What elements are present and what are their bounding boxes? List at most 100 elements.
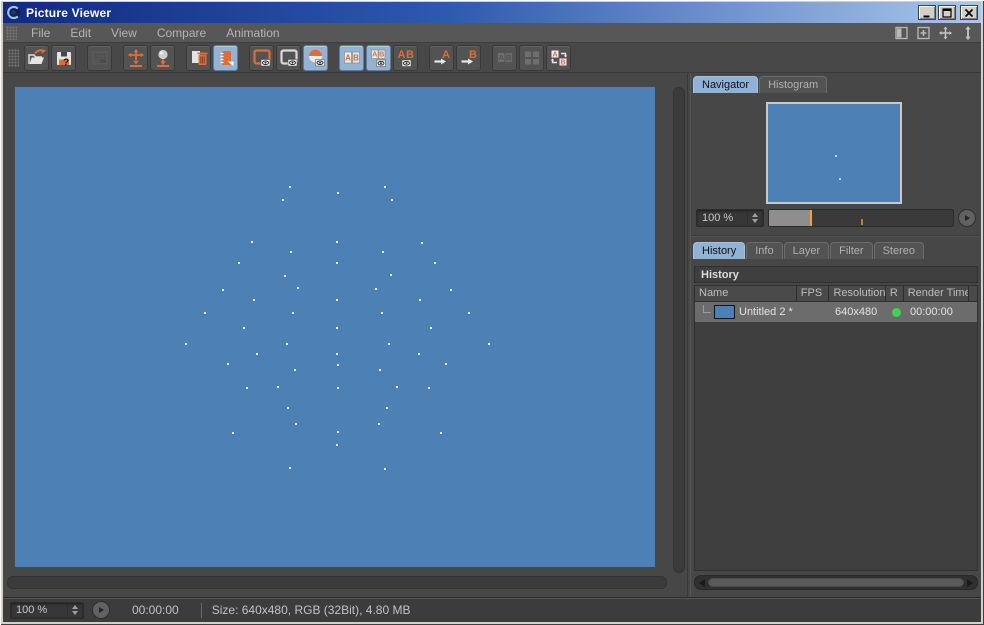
menu-grip-handle[interactable] — [6, 26, 17, 40]
delete-image-button[interactable] — [186, 45, 211, 71]
swap-ab-button[interactable]: AB — [546, 45, 571, 71]
svg-text:A: A — [345, 53, 351, 62]
window-title: Picture Viewer — [26, 6, 111, 20]
rendered-image-canvas[interactable] — [15, 87, 655, 567]
column-header-fps[interactable]: FPS — [797, 286, 830, 301]
split-pane-icon[interactable] — [894, 26, 909, 40]
compare-ab-eye-button[interactable]: AB — [366, 45, 391, 71]
gray-frame-eye-icon — [279, 48, 299, 68]
svg-text:A: A — [552, 51, 557, 58]
show-channels-button[interactable] — [303, 45, 328, 71]
scale-panel-icon[interactable] — [960, 26, 975, 40]
maximize-button[interactable] — [938, 5, 956, 20]
set-as-b-button[interactable]: B — [456, 45, 481, 71]
svg-text:B: B — [353, 53, 359, 62]
section-divider — [691, 235, 979, 237]
title-bar: Picture Viewer — [3, 2, 981, 23]
spinner-down-icon — [752, 219, 758, 223]
statusbar-zoom-field[interactable]: 100 % — [10, 602, 84, 619]
statusbar-divider — [201, 603, 202, 618]
svg-text:A: A — [442, 49, 450, 61]
save-button[interactable]: ? — [51, 45, 76, 71]
maximize-icon — [941, 7, 953, 19]
history-tab-layer[interactable]: Layer — [784, 242, 830, 259]
render-status-dot — [892, 308, 901, 317]
svg-text:B: B — [378, 49, 384, 58]
show-frame-b-button[interactable] — [276, 45, 301, 71]
viewer-horizontal-scrollbar[interactable] — [7, 576, 667, 589]
orange-frame-eye-icon — [252, 48, 272, 68]
statusbar-time: 00:00:00 — [132, 603, 179, 617]
notebook-icon — [216, 48, 236, 68]
svg-text:?: ? — [62, 57, 68, 68]
history-section-header: History — [694, 266, 978, 283]
toolbar-buttons: ?ABABABABABAB — [24, 45, 573, 71]
pie-eye-icon — [306, 48, 326, 68]
column-header-name[interactable]: Name — [695, 286, 797, 301]
scroll-right-arrow-icon[interactable] — [967, 579, 973, 587]
history-row[interactable]: Untitled 2 * 640x480 00:00:00 — [695, 302, 977, 322]
history-table-header: NameFPSResolutionRRender Time — [695, 286, 977, 302]
navigator-options-button[interactable] — [958, 209, 976, 227]
statusbar-options-button[interactable] — [92, 601, 110, 619]
show-frame-a-button[interactable] — [249, 45, 274, 71]
minimize-button[interactable] — [918, 5, 936, 20]
svg-text:B: B — [469, 49, 477, 61]
menu-item-view[interactable]: View — [101, 26, 147, 40]
navigator-tab-navigator[interactable]: Navigator — [693, 76, 758, 93]
compare-ab-button[interactable]: AB — [339, 45, 364, 71]
clone-image-button[interactable] — [213, 45, 238, 71]
set-as-a-button[interactable]: A — [429, 45, 454, 71]
svg-text:A: A — [498, 52, 504, 61]
toolbar-grip-handle[interactable] — [8, 49, 19, 67]
ab-eye-icon: AB — [369, 48, 389, 68]
spinner-up-icon — [72, 605, 78, 609]
history-row-thumbnail — [714, 305, 735, 319]
image-position-button[interactable] — [123, 45, 148, 71]
history-tab-filter[interactable]: Filter — [830, 242, 872, 259]
statusbar-zoom-value: 100 % — [16, 604, 47, 616]
menu-item-compare[interactable]: Compare — [147, 26, 216, 40]
statusbar-size-info: Size: 640x480, RGB (32Bit), 4.80 MB — [212, 603, 411, 617]
history-horizontal-scrollbar[interactable] — [694, 575, 978, 590]
menu-item-animation[interactable]: Animation — [216, 26, 289, 40]
scrollbar-thumb[interactable] — [708, 578, 964, 587]
scroll-left-arrow-icon[interactable] — [699, 579, 705, 587]
navigator-zoom-marker[interactable] — [810, 210, 812, 226]
close-icon — [963, 7, 975, 19]
navigator-thumbnail[interactable] — [766, 102, 902, 204]
app-logo-icon — [6, 5, 21, 20]
film-grid-icon — [90, 48, 110, 68]
menu-item-file[interactable]: File — [21, 26, 60, 40]
column-header-r[interactable]: R — [886, 286, 904, 301]
navigator-zoom-slider[interactable] — [768, 209, 954, 227]
material-drop-button[interactable] — [150, 45, 175, 71]
ab-overlay-button[interactable]: AB — [393, 45, 418, 71]
close-button[interactable] — [960, 5, 978, 20]
navigator-zoom-spinner[interactable] — [747, 213, 758, 223]
viewer-vertical-scrollbar[interactable] — [673, 87, 685, 573]
history-tab-stereo[interactable]: Stereo — [874, 242, 924, 259]
menu-item-edit[interactable]: Edit — [60, 26, 101, 40]
spinner-up-icon — [752, 213, 758, 217]
play-arrow-icon — [99, 607, 104, 613]
navigator-zoom-field[interactable]: 100 % — [696, 209, 764, 227]
menu-bar: FileEditViewCompareAnimation — [3, 23, 981, 43]
picture-viewer-window: Picture Viewer FileEditViewCompareAnimat… — [0, 0, 984, 625]
column-header-render-time[interactable]: Render Time — [904, 286, 969, 301]
history-tab-history[interactable]: History — [693, 242, 745, 259]
navigator-tabs: NavigatorHistogram — [693, 76, 827, 93]
history-tab-info[interactable]: Info — [746, 242, 782, 259]
new-panel-icon[interactable] — [916, 26, 931, 40]
window-controls — [918, 5, 978, 20]
ab-diff-icon: AB — [495, 48, 515, 68]
ab-difference-button: AB — [492, 45, 517, 71]
navigator-tab-histogram[interactable]: Histogram — [759, 76, 827, 93]
history-table: NameFPSResolutionRRender Time Untitled 2… — [694, 285, 978, 571]
svg-text:A: A — [397, 49, 405, 61]
statusbar-zoom-spinner[interactable] — [67, 605, 78, 615]
move-panel-icon[interactable] — [938, 26, 953, 40]
side-panel: NavigatorHistogram 100 % HistoryInfoLaye… — [691, 73, 981, 597]
column-header-resolution[interactable]: Resolution — [829, 286, 885, 301]
open-button[interactable] — [24, 45, 49, 71]
